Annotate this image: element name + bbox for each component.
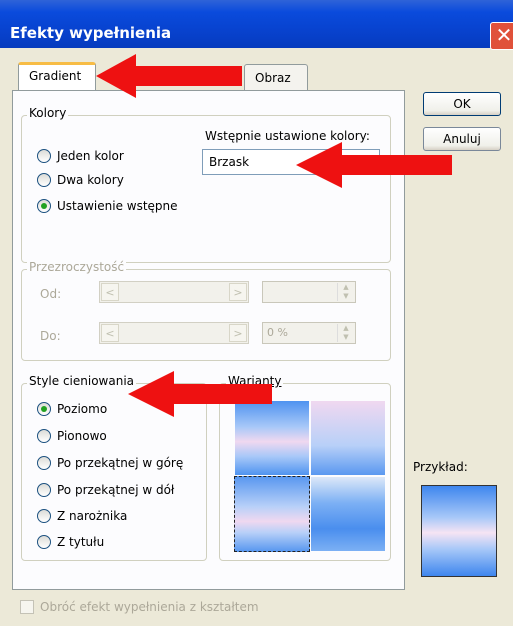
radio-horizontal[interactable]: Poziomo — [37, 402, 107, 416]
radio-selected-icon — [37, 402, 51, 416]
colors-group-title: Kolory — [27, 106, 69, 120]
rotate-with-shape-label: Obróć efekt wypełnienia z kształtem — [40, 600, 259, 614]
radio-vertical-label: Pionowo — [57, 429, 107, 443]
radio-two-colors-label: Dwa kolory — [57, 173, 124, 187]
slider-right-icon: > — [229, 283, 247, 301]
preview-swatch — [421, 485, 497, 577]
from-spinbox[interactable]: ▲ ▼ — [262, 281, 356, 303]
radio-from-title[interactable]: Z tytułu — [37, 535, 104, 549]
preview-label: Przykład: — [413, 460, 468, 474]
slider-left-icon: < — [101, 283, 119, 301]
shading-styles-title: Style cieniowania — [27, 374, 137, 388]
to-slider[interactable]: < > — [99, 322, 249, 344]
tab-gradient-label: Gradient — [29, 69, 82, 83]
radio-one-color[interactable]: Jeden kolor — [37, 149, 124, 163]
from-label: Od: — [40, 287, 62, 301]
checkbox-icon — [20, 600, 34, 614]
tab-image[interactable]: Obraz — [244, 64, 308, 90]
annotation-arrow-left-icon — [128, 371, 272, 417]
variant-swatch-4[interactable] — [311, 477, 385, 551]
tab-gradient[interactable]: Gradient — [18, 62, 96, 90]
radio-diagonal-up-label: Po przekątnej w górę — [57, 456, 184, 470]
window-title: Efekty wypełnienia — [10, 24, 172, 42]
tab-image-label: Obraz — [255, 71, 291, 85]
radio-one-color-label: Jeden kolor — [57, 149, 124, 163]
to-value: 0 % — [267, 326, 288, 339]
radio-diagonal-down-label: Po przekątnej w dół — [57, 483, 175, 497]
radio-icon — [37, 483, 51, 497]
transparency-group-title: Przezroczystość — [27, 260, 127, 274]
radio-vertical[interactable]: Pionowo — [37, 429, 107, 443]
radio-icon — [37, 429, 51, 443]
radio-from-corner[interactable]: Z narożnika — [37, 509, 127, 523]
radio-icon — [37, 535, 51, 549]
spin-arrows-icon: ▲ ▼ — [337, 283, 354, 301]
variant-swatch-2[interactable] — [311, 401, 385, 475]
radio-icon — [37, 509, 51, 523]
rotate-with-shape-checkbox[interactable]: Obróć efekt wypełnienia z kształtem — [20, 600, 259, 614]
ok-button[interactable]: OK — [423, 92, 501, 116]
radio-icon — [37, 173, 51, 187]
variant-swatch-3[interactable] — [234, 476, 310, 552]
slider-left-icon: < — [101, 324, 119, 342]
radio-diagonal-up[interactable]: Po przekątnej w górę — [37, 456, 183, 470]
title-bar: Efekty wypełnienia ✕ — [0, 0, 513, 50]
radio-from-title-label: Z tytułu — [57, 535, 105, 549]
radio-preset[interactable]: Ustawienie wstępne — [37, 199, 178, 213]
slider-right-icon: > — [229, 324, 247, 342]
close-icon: ✕ — [495, 23, 513, 47]
radio-preset-label: Ustawienie wstępne — [57, 199, 178, 213]
to-spinbox[interactable]: 0 % ▲ ▼ — [262, 322, 356, 344]
radio-two-colors[interactable]: Dwa kolory — [37, 173, 124, 187]
spin-arrows-icon: ▲ ▼ — [337, 324, 354, 342]
radio-from-corner-label: Z narożnika — [57, 509, 128, 523]
radio-icon — [37, 456, 51, 470]
from-slider[interactable]: < > — [99, 281, 249, 303]
radio-icon — [37, 149, 51, 163]
radio-selected-icon — [37, 199, 51, 213]
annotation-arrow-left-icon — [96, 54, 242, 98]
annotation-arrow-left-icon — [296, 142, 452, 188]
radio-horizontal-label: Poziomo — [57, 402, 108, 416]
to-label: Do: — [40, 329, 61, 343]
close-button[interactable]: ✕ — [490, 22, 513, 50]
radio-diagonal-down[interactable]: Po przekątnej w dół — [37, 483, 174, 497]
